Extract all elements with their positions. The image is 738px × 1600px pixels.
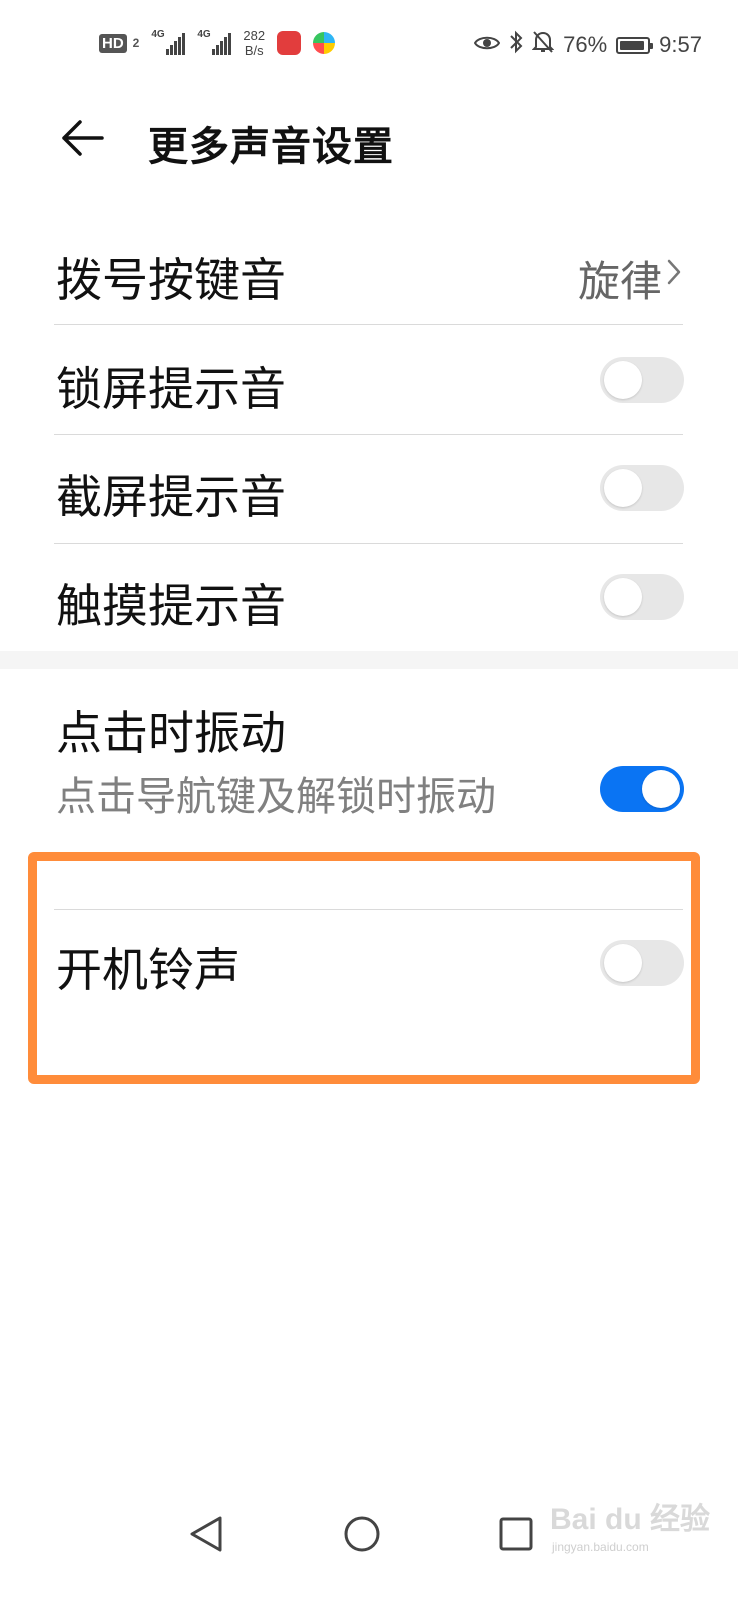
touch-sound-toggle[interactable] xyxy=(600,574,684,620)
app-notification-icon xyxy=(277,31,302,55)
signal-icon-1: 4G xyxy=(151,29,186,55)
screenshot-sound-row: 截屏提示音 xyxy=(0,435,738,543)
status-left: HD 2 4G 4G 282 B/s xyxy=(99,28,336,58)
bluetooth-icon xyxy=(509,30,523,60)
network-type-2: 4G xyxy=(197,29,211,40)
dialpad-tone-label: 拨号按键音 xyxy=(56,253,286,307)
lock-screen-sound-row: 锁屏提示音 xyxy=(0,325,738,434)
recents-square-icon xyxy=(499,1517,533,1551)
back-triangle-icon xyxy=(190,1516,222,1552)
app-notification-icon-2 xyxy=(313,32,336,54)
clock: 9:57 xyxy=(659,32,702,57)
tap-vibration-subtitle: 点击导航键及解锁时振动 xyxy=(56,774,496,820)
lock-screen-sound-toggle[interactable] xyxy=(600,357,684,403)
dialpad-tone-row[interactable]: 拨号按键音 旋律 xyxy=(0,216,738,324)
highlight-annotation-box xyxy=(28,852,700,1084)
baidu-watermark-url: jingyan.baidu.com xyxy=(552,1540,649,1554)
eye-icon xyxy=(473,32,501,58)
battery-icon xyxy=(616,36,654,54)
status-right: 76% 9:57 xyxy=(473,30,702,60)
hd-badge: HD xyxy=(99,33,127,53)
screenshot-sound-label: 截屏提示音 xyxy=(56,470,286,524)
lock-screen-sound-label: 锁屏提示音 xyxy=(56,362,286,416)
page-title: 更多声音设置 xyxy=(148,124,394,170)
signal-icon-2: 4G xyxy=(197,29,232,55)
silent-bell-icon xyxy=(531,30,555,60)
nav-back-button[interactable] xyxy=(176,1504,236,1564)
home-circle-icon xyxy=(344,1516,380,1552)
touch-sound-row: 触摸提示音 xyxy=(0,544,738,651)
back-arrow-icon xyxy=(62,120,104,156)
group-separator xyxy=(0,651,738,669)
tap-vibration-toggle[interactable] xyxy=(600,766,684,812)
touch-sound-label: 触摸提示音 xyxy=(56,579,286,633)
screenshot-sound-toggle[interactable] xyxy=(600,465,684,511)
page-header: 更多声音设置 xyxy=(0,92,738,192)
network-type-1: 4G xyxy=(151,29,165,40)
nav-recents-button[interactable] xyxy=(486,1504,546,1564)
baidu-watermark: Bai du 经验 xyxy=(550,1503,711,1536)
battery-percent: 76% xyxy=(563,32,608,57)
speed-value: 282 xyxy=(243,28,266,43)
chevron-right-icon xyxy=(667,259,681,285)
speed-unit: B/s xyxy=(244,43,264,58)
hd-sub: 2 xyxy=(132,36,140,50)
nav-home-button[interactable] xyxy=(332,1504,392,1564)
dialpad-tone-value: 旋律 xyxy=(577,257,662,306)
network-speed: 282 B/s xyxy=(243,28,265,58)
status-bar: HD 2 4G 4G 282 B/s 76% 9:57 xyxy=(0,0,738,92)
tap-vibration-label: 点击时振动 xyxy=(56,706,286,760)
back-button[interactable] xyxy=(56,112,108,164)
